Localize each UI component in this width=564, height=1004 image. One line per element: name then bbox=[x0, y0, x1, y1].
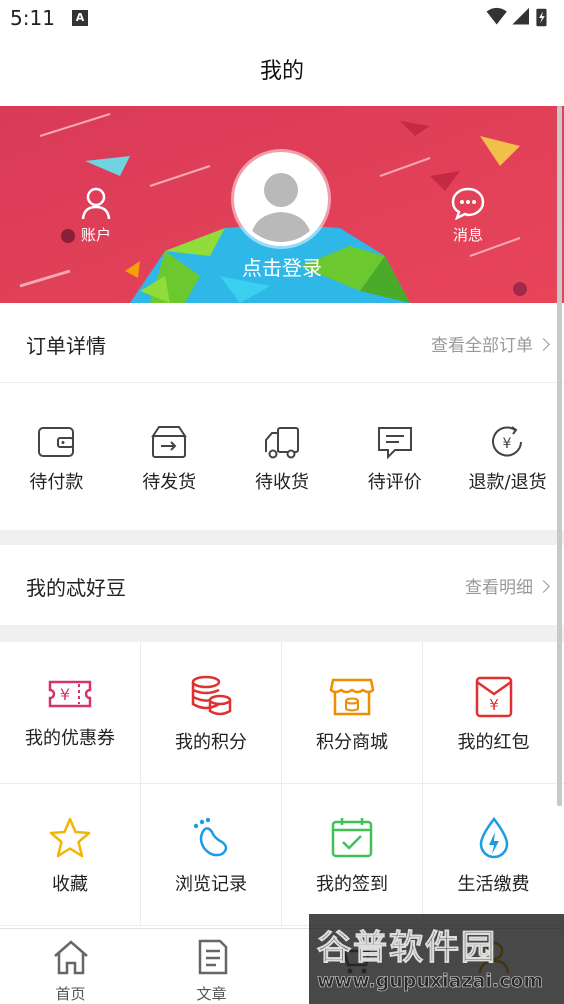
notification-badge-icon: A bbox=[72, 10, 88, 26]
profile-banner: 账户 消息 点击登录 bbox=[0, 106, 564, 303]
service-coupons[interactable]: ¥ 我的优惠券 bbox=[0, 642, 141, 784]
coupon-icon: ¥ bbox=[48, 680, 92, 708]
order-pending-receipt[interactable]: 待收货 bbox=[226, 384, 339, 530]
service-red-envelope[interactable]: ¥ 我的红包 bbox=[423, 642, 564, 784]
watermark-url: www.gupuxiazai.com bbox=[317, 970, 544, 993]
section-divider bbox=[0, 530, 564, 545]
user-icon bbox=[81, 187, 111, 220]
chat-bubble-icon bbox=[451, 187, 485, 220]
beans-detail-link[interactable]: 查看明细 bbox=[465, 573, 550, 598]
service-coupons-label: 我的优惠券 bbox=[25, 728, 115, 749]
scrollbar[interactable] bbox=[557, 106, 562, 806]
comment-icon bbox=[377, 427, 412, 460]
service-utility-payment[interactable]: 生活缴费 bbox=[423, 784, 564, 926]
service-checkin[interactable]: 我的签到 bbox=[282, 784, 423, 926]
tab-home-label: 首页 bbox=[55, 985, 86, 1003]
order-pending-review-label: 待评价 bbox=[367, 472, 422, 493]
beans-header: 我的忒好豆 查看明细 bbox=[0, 545, 564, 625]
view-all-orders-label: 查看全部订单 bbox=[431, 336, 533, 356]
service-points-mall[interactable]: 积分商城 bbox=[282, 642, 423, 784]
order-pending-shipment[interactable]: 待发货 bbox=[113, 384, 226, 530]
watermark-title: 谷普软件园 bbox=[317, 928, 497, 969]
chevron-right-icon bbox=[537, 580, 550, 593]
title-bar: 我的 bbox=[0, 38, 564, 106]
service-checkin-label: 我的签到 bbox=[316, 874, 388, 895]
order-status-row: 待付款 待发货 待收货 待评价 ¥ 退款/退货 bbox=[0, 384, 564, 530]
beans-title: 我的忒好豆 bbox=[26, 576, 126, 600]
water-drop-icon bbox=[479, 816, 508, 859]
service-points-mall-label: 积分商城 bbox=[316, 732, 388, 753]
box-icon bbox=[151, 426, 188, 458]
default-avatar-icon bbox=[238, 156, 324, 242]
service-favorites-label: 收藏 bbox=[52, 874, 88, 895]
svg-text:¥: ¥ bbox=[502, 436, 511, 452]
service-favorites[interactable]: 收藏 bbox=[0, 784, 141, 926]
article-icon bbox=[198, 939, 227, 975]
wallet-icon bbox=[38, 427, 75, 457]
orders-header: 订单详情 查看全部订单 bbox=[0, 303, 564, 383]
messages-button[interactable]: 消息 bbox=[434, 186, 502, 245]
watermark: 谷普软件园 www.gupuxiazai.com bbox=[309, 914, 564, 1004]
red-envelope-icon: ¥ bbox=[475, 676, 512, 718]
avatar[interactable] bbox=[234, 152, 328, 246]
view-all-orders-link[interactable]: 查看全部订单 bbox=[431, 331, 550, 356]
wifi-icon bbox=[486, 7, 507, 25]
truck-icon bbox=[264, 427, 299, 459]
service-browsing-history[interactable]: 浏览记录 bbox=[141, 784, 282, 926]
order-pending-shipment-label: 待发货 bbox=[142, 472, 197, 493]
system-status-icons bbox=[486, 7, 547, 27]
service-browsing-history-label: 浏览记录 bbox=[175, 874, 247, 895]
svg-text:¥: ¥ bbox=[60, 685, 70, 704]
chevron-right-icon bbox=[537, 338, 550, 351]
status-time: 5:11 bbox=[10, 6, 55, 30]
tab-home[interactable]: 首页 bbox=[0, 929, 141, 1004]
page-title: 我的 bbox=[259, 59, 304, 84]
checkin-calendar-icon bbox=[331, 818, 373, 858]
service-utility-payment-label: 生活缴费 bbox=[457, 874, 530, 895]
tab-articles[interactable]: 文章 bbox=[141, 929, 282, 1004]
tab-articles-label: 文章 bbox=[196, 985, 227, 1003]
signal-icon bbox=[512, 7, 529, 25]
order-pending-receipt-label: 待收货 bbox=[254, 472, 309, 493]
login-prompt[interactable]: 点击登录 bbox=[200, 252, 364, 281]
order-pending-payment-label: 待付款 bbox=[29, 472, 84, 493]
home-icon bbox=[53, 940, 88, 975]
order-refund[interactable]: ¥ 退款/退货 bbox=[451, 384, 564, 530]
account-label: 账户 bbox=[80, 226, 111, 244]
coins-icon bbox=[191, 675, 232, 716]
footprint-icon bbox=[193, 817, 228, 857]
order-refund-label: 退款/退货 bbox=[468, 472, 547, 493]
messages-label: 消息 bbox=[452, 226, 483, 244]
order-pending-payment[interactable]: 待付款 bbox=[0, 384, 113, 530]
svg-text:¥: ¥ bbox=[489, 696, 499, 714]
section-divider bbox=[0, 625, 564, 642]
service-points-label: 我的积分 bbox=[175, 732, 247, 753]
account-button[interactable]: 账户 bbox=[62, 186, 130, 245]
service-red-envelope-label: 我的红包 bbox=[457, 732, 530, 753]
beans-detail-label: 查看明细 bbox=[465, 578, 533, 598]
order-pending-review[interactable]: 待评价 bbox=[338, 384, 451, 530]
services-grid: ¥ 我的优惠券 我的积分 积分商城 ¥ 我的红包 收藏 浏览记录 我的签到 生活… bbox=[0, 642, 564, 926]
star-icon bbox=[49, 817, 91, 858]
status-bar: 5:11 A bbox=[0, 0, 564, 38]
shop-icon bbox=[329, 678, 375, 716]
orders-title: 订单详情 bbox=[26, 334, 106, 358]
service-points[interactable]: 我的积分 bbox=[141, 642, 282, 784]
refund-icon: ¥ bbox=[491, 426, 522, 457]
